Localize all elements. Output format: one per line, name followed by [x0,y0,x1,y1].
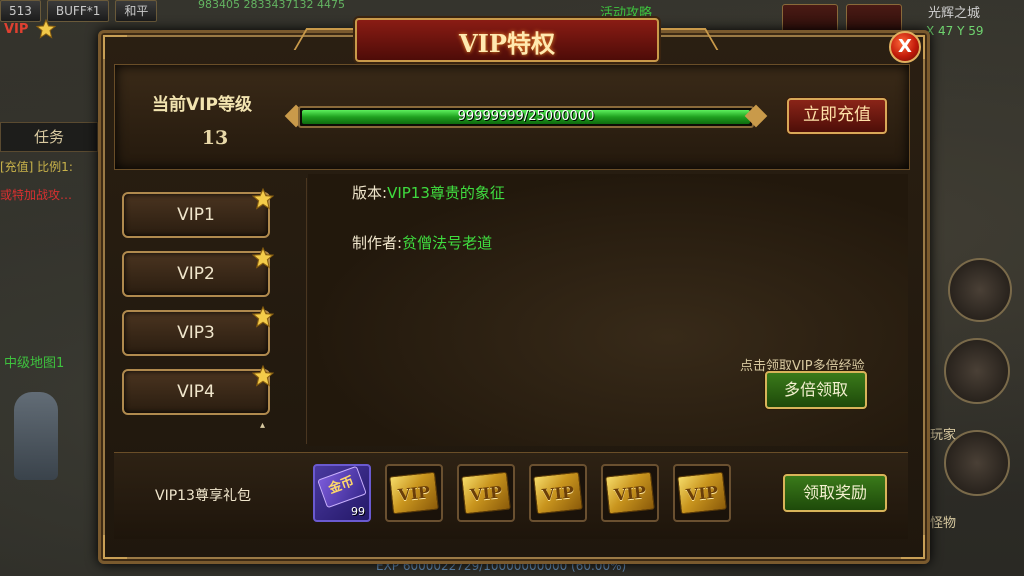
gold-card-icon: VIP [605,471,655,515]
player-character [14,392,58,480]
chat-line: 或特加战攻… [0,188,73,202]
reward-slot[interactable]: VIP [529,464,587,522]
author-value: 贫僧法号老道 [402,234,493,252]
map-coordinates: X 47 Y 59 [926,24,984,38]
list-scroll-indicator[interactable]: ▴ [260,420,265,431]
task-tab[interactable]: 任务 [0,122,98,152]
current-vip-level-label: 当前VIP等级 [152,95,252,115]
reward-slot[interactable]: VIP [385,464,443,522]
hud-top-stats: 983405 2833437132 4475 [198,0,345,11]
version-row: 版本:VIP13尊贵的象征 [352,182,505,203]
vip-progress-text: 99999999/25000000 [457,109,595,124]
reward-slot[interactable]: VIP [673,464,731,522]
skill-slot-button[interactable] [948,258,1012,322]
vip-list-item-3[interactable]: VIP3 [122,310,270,356]
panel-title: VIP特权 [459,29,555,58]
gold-card-icon: VIP [533,471,583,515]
skill-slot-button[interactable] [944,338,1010,404]
map-name: 光辉之城 [928,6,981,21]
buff-button[interactable]: BUFF*1 [46,0,110,22]
version-label: 版本: [352,184,388,202]
star-icon [252,365,274,387]
multi-claim-button[interactable]: 多倍领取 [765,371,867,409]
player-target-tab[interactable]: 玩家 [930,424,956,443]
chat-line: [充值] 比例1: [0,160,73,174]
player-level: 513 [0,0,41,22]
gold-card-icon: VIP [677,471,727,515]
hud-vip-label[interactable]: VIP [4,22,28,37]
vip-list-item-2[interactable]: VIP2 [122,251,270,297]
map-label: 中级地图1 [4,356,65,371]
panel-corner-ornament [103,35,127,59]
monster-target-tab[interactable]: 怪物 [930,512,956,531]
star-icon [252,188,274,210]
vip-list-item-1[interactable]: VIP1 [122,192,270,238]
author-row: 制作者:贫僧法号老道 [352,232,492,253]
claim-reward-button[interactable]: 领取奖励 [783,474,887,512]
vip-list-item-4[interactable]: VIP4 [122,369,270,415]
author-label: 制作者: [352,234,403,252]
hud-top-left: 513 BUFF*1 和平 [0,0,158,22]
gold-card-icon: VIP [461,471,511,515]
gold-card-icon: VIP [389,471,439,515]
reward-slot[interactable]: VIP [601,464,659,522]
vip-coupon-icon: 金币 [317,465,367,509]
reward-slot[interactable]: VIP [457,464,515,522]
star-icon [252,306,274,328]
version-value: VIP13尊贵的象征 [387,184,505,202]
gift-pack-label: VIP13尊享礼包 [155,488,251,504]
star-icon [252,247,274,269]
close-icon: X [898,36,912,57]
reward-slot[interactable]: 金币 99 [313,464,371,522]
item-count: 99 [351,505,365,518]
vip-progress-bar: 99999999/25000000 [298,106,754,128]
current-vip-level-value: 13 [201,127,229,149]
recharge-button[interactable]: 立即充值 [787,98,887,134]
title-plate: VIP特权 [355,18,659,62]
pk-mode-button[interactable]: 和平 [115,0,158,22]
close-button[interactable]: X [889,31,921,63]
star-icon [36,19,56,39]
